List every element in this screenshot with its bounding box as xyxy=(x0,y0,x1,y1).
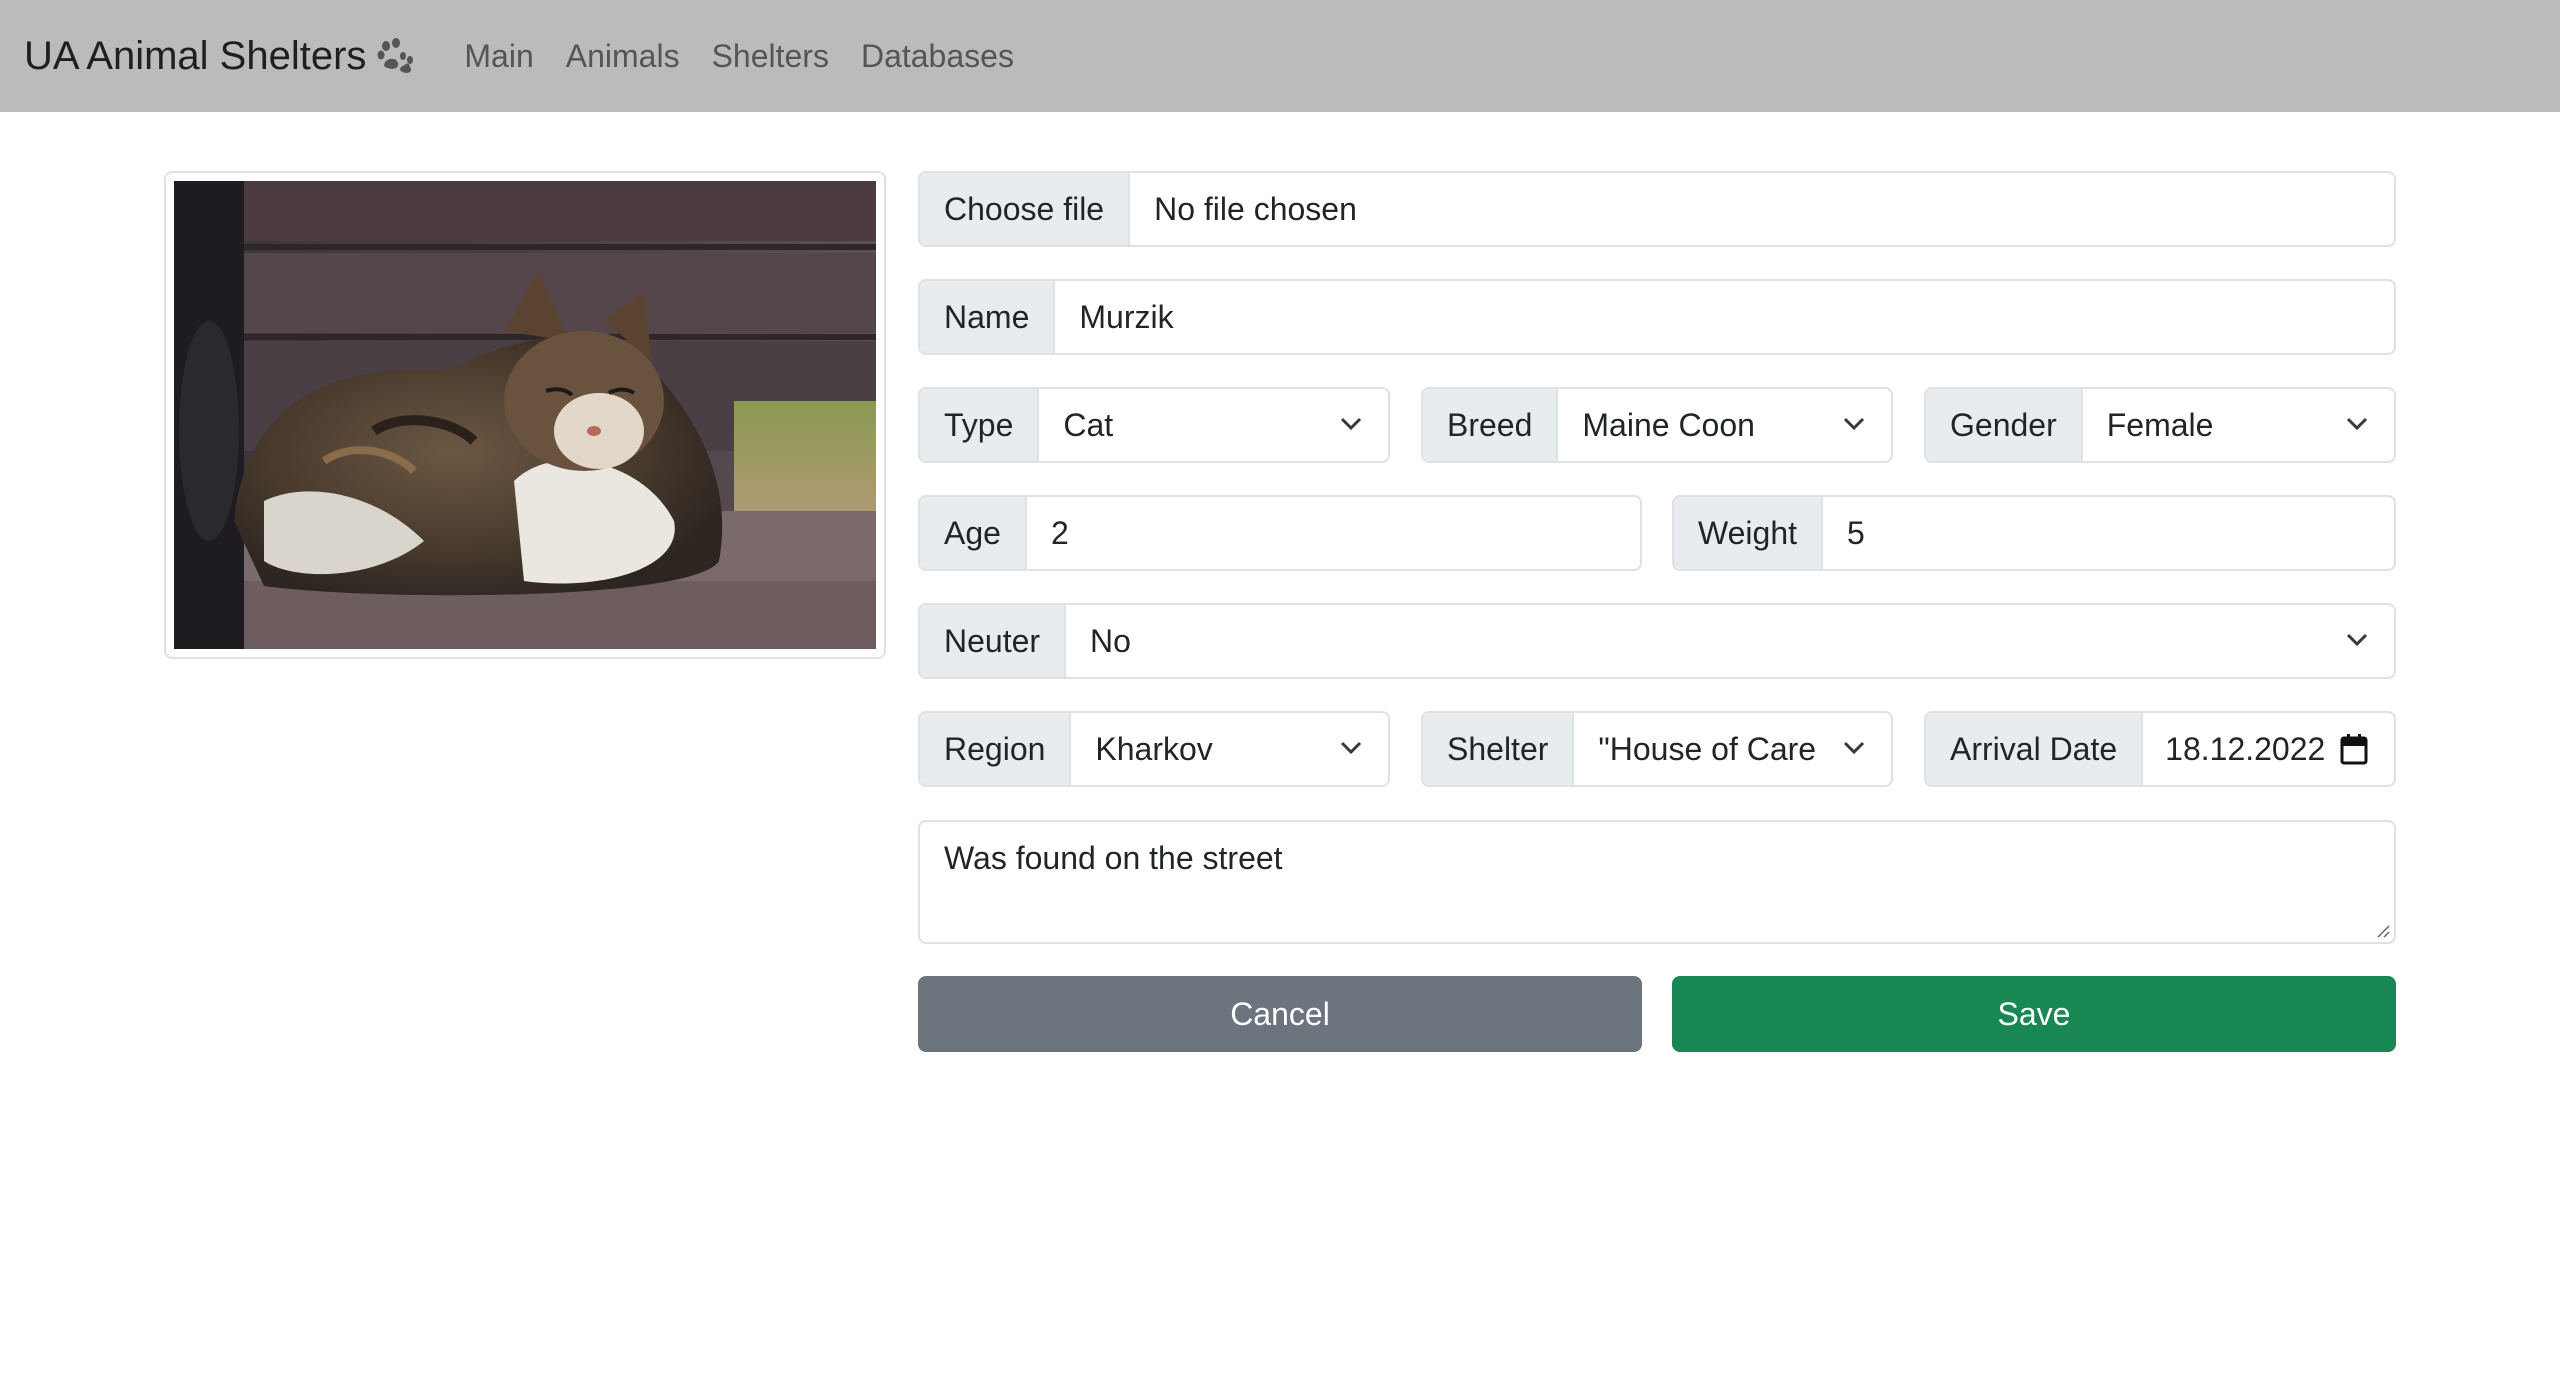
paw-icon xyxy=(377,38,414,73)
top-navbar: UA Animal Shelters Main Animals Shelters… xyxy=(0,0,2560,112)
cancel-button[interactable]: Cancel xyxy=(918,976,1642,1052)
type-select-group: Type Cat xyxy=(918,387,1390,463)
arrival-date-value: 18.12.2022 xyxy=(2165,730,2326,767)
calendar-icon[interactable] xyxy=(2340,733,2368,765)
gender-select-group: Gender Female xyxy=(1924,387,2396,463)
type-value: Cat xyxy=(1063,406,1114,443)
file-input-group[interactable]: Choose file No file chosen xyxy=(918,171,2396,247)
nav-link-shelters[interactable]: Shelters xyxy=(712,38,829,75)
shelter-select-group: Shelter "House of Care xyxy=(1421,711,1893,787)
breed-select[interactable]: Maine Coon xyxy=(1558,389,1891,461)
resize-handle-icon[interactable] xyxy=(2374,922,2390,938)
chevron-down-icon xyxy=(1843,741,1865,755)
chevron-down-icon xyxy=(1340,741,1362,755)
chevron-down-icon xyxy=(1843,417,1865,431)
age-label: Age xyxy=(920,497,1027,569)
name-label: Name xyxy=(920,281,1056,353)
chevron-down-icon xyxy=(2346,417,2368,431)
gender-label: Gender xyxy=(1926,389,2083,461)
chevron-down-icon xyxy=(1340,417,1362,431)
arrival-date-input[interactable]: 18.12.2022 xyxy=(2143,713,2394,785)
breed-select-group: Breed Maine Coon xyxy=(1421,387,1893,463)
arrival-date-group: Arrival Date 18.12.2022 xyxy=(1924,711,2396,787)
name-input[interactable]: Murzik xyxy=(1055,281,2394,353)
shelter-select[interactable]: "House of Care xyxy=(1574,713,1891,785)
region-value: Kharkov xyxy=(1095,730,1213,767)
type-select[interactable]: Cat xyxy=(1039,389,1388,461)
brand-title[interactable]: UA Animal Shelters xyxy=(24,34,366,79)
shelter-label: Shelter xyxy=(1423,713,1575,785)
gender-select[interactable]: Female xyxy=(2083,389,2394,461)
neuter-select-group: Neuter No xyxy=(918,603,2396,679)
type-label: Type xyxy=(920,389,1040,461)
weight-input[interactable]: 5 xyxy=(1823,497,2394,569)
animal-photo-frame xyxy=(164,171,886,659)
description-textarea[interactable]: Was found on the street xyxy=(918,820,2396,944)
age-input[interactable]: 2 xyxy=(1027,497,1640,569)
region-select-group: Region Kharkov xyxy=(918,711,1390,787)
choose-file-button[interactable]: Choose file xyxy=(920,173,1131,245)
neuter-value: No xyxy=(1090,622,1131,659)
breed-value: Maine Coon xyxy=(1582,406,1755,443)
brand[interactable]: UA Animal Shelters xyxy=(24,34,416,79)
shelter-value: "House of Care xyxy=(1598,730,1817,767)
weight-label: Weight xyxy=(1674,497,1824,569)
region-select[interactable]: Kharkov xyxy=(1071,713,1388,785)
description-text: Was found on the street xyxy=(944,840,1283,876)
weight-input-group: Weight 5 xyxy=(1672,495,2396,571)
arrival-date-label: Arrival Date xyxy=(1926,713,2144,785)
nav-link-animals[interactable]: Animals xyxy=(566,38,680,75)
region-label: Region xyxy=(920,713,1072,785)
age-input-group: Age 2 xyxy=(918,495,1642,571)
name-input-group: Name Murzik xyxy=(918,279,2396,355)
neuter-label: Neuter xyxy=(920,605,1067,677)
breed-label: Breed xyxy=(1423,389,1559,461)
cat-photo xyxy=(174,181,876,649)
nav-link-databases[interactable]: Databases xyxy=(861,38,1014,75)
nav-link-main[interactable]: Main xyxy=(464,38,533,75)
save-button[interactable]: Save xyxy=(1672,976,2396,1052)
chevron-down-icon xyxy=(2346,633,2368,647)
neuter-select[interactable]: No xyxy=(1066,605,2394,677)
gender-value: Female xyxy=(2106,406,2214,443)
file-status: No file chosen xyxy=(1154,190,1357,227)
